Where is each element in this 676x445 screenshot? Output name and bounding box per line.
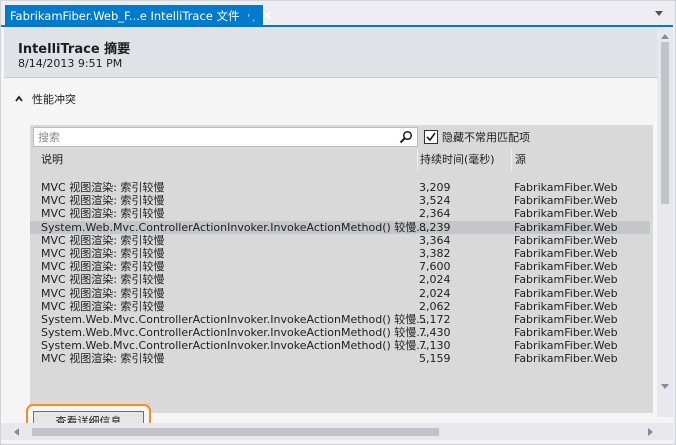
cell-source: FabrikamFiber.Web bbox=[514, 181, 618, 194]
cell-source: FabrikamFiber.Web bbox=[514, 220, 618, 234]
cell-description: System.Web.Mvc.ControllerActionInvoker.I… bbox=[41, 326, 427, 340]
column-header-duration[interactable]: 持续时间(毫秒) bbox=[418, 149, 511, 171]
cell-description: MVC 视图渲染: 索引较慢 bbox=[41, 181, 165, 194]
scroll-left-icon[interactable] bbox=[14, 428, 19, 436]
cell-description: MVC 视图渲染: 索引较慢 bbox=[41, 273, 165, 287]
summary-header: IntelliTrace 摘要 8/14/2013 9:51 PM bbox=[4, 27, 658, 78]
table-row[interactable]: System.Web.Mvc.ControllerActionInvoker.I… bbox=[30, 339, 650, 352]
cell-duration: 3,209 bbox=[419, 181, 451, 194]
violations-panel: 隐藏不常用匹配项 说明 持续时间(毫秒) 源 MVC 视图渲染: 索引较慢 3,2… bbox=[30, 125, 653, 413]
column-header-description[interactable]: 说明 bbox=[33, 149, 417, 171]
tab-strip: FabrikamFiber.Web_F...e IntelliTrace 文件 … bbox=[1, 1, 673, 27]
table-row[interactable]: System.Web.Mvc.ControllerActionInvoker.I… bbox=[30, 326, 650, 339]
close-icon[interactable]: ✕ bbox=[262, 10, 273, 23]
scroll-right-icon[interactable] bbox=[648, 428, 653, 436]
cell-description: System.Web.Mvc.ControllerActionInvoker.I… bbox=[41, 339, 427, 353]
document-area: IntelliTrace 摘要 8/14/2013 9:51 PM 性能冲突 隐… bbox=[1, 27, 673, 443]
section-toggle-performance[interactable]: 性能冲突 bbox=[15, 91, 76, 107]
chevron-up-icon bbox=[15, 95, 23, 102]
search-icon[interactable] bbox=[399, 130, 413, 144]
cell-duration: 7,130 bbox=[419, 339, 451, 353]
table-body: MVC 视图渲染: 索引较慢 3,209 FabrikamFiber.Web MVC … bbox=[30, 181, 650, 366]
table-row[interactable]: MVC 视图渲染: 索引较慢 5,159 FabrikamFiber.Web bbox=[30, 352, 650, 365]
column-header-source[interactable]: 源 bbox=[512, 149, 650, 171]
cell-description: System.Web.Mvc.ControllerActionInvoker.I… bbox=[41, 312, 427, 326]
cell-duration: 7,600 bbox=[419, 260, 451, 274]
cell-description: MVC 视图渲染: 索引较慢 bbox=[41, 260, 165, 274]
table-row[interactable]: MVC 视图渲染: 索引较慢 3,364 FabrikamFiber.Web bbox=[30, 234, 650, 247]
cell-source: FabrikamFiber.Web bbox=[514, 194, 618, 208]
cell-source: FabrikamFiber.Web bbox=[514, 273, 618, 287]
cell-description: MVC 视图渲染: 索引较慢 bbox=[41, 299, 165, 313]
cell-source: FabrikamFiber.Web bbox=[514, 207, 618, 221]
table-row[interactable]: MVC 视图渲染: 索引较慢 7,600 FabrikamFiber.Web bbox=[30, 260, 650, 273]
table-row[interactable]: MVC 视图渲染: 索引较慢 2,062 FabrikamFiber.Web bbox=[30, 300, 650, 313]
table-row[interactable]: MVC 视图渲染: 索引较慢 2,364 FabrikamFiber.Web bbox=[30, 207, 650, 220]
table-row[interactable]: MVC 视图渲染: 索引较慢 2,024 FabrikamFiber.Web bbox=[30, 273, 650, 286]
summary-date: 8/14/2013 9:51 PM bbox=[18, 57, 123, 70]
cell-source: FabrikamFiber.Web bbox=[514, 352, 618, 366]
vertical-scroll-thumb[interactable] bbox=[661, 42, 669, 204]
table-row[interactable]: MVC 视图渲染: 索引较慢 3,382 FabrikamFiber.Web bbox=[30, 247, 650, 260]
cell-duration: 7,430 bbox=[419, 326, 451, 340]
table-row[interactable]: MVC 视图渲染: 索引较慢 3,209 FabrikamFiber.Web bbox=[30, 181, 650, 194]
cell-source: FabrikamFiber.Web bbox=[514, 326, 618, 340]
table-row[interactable]: System.Web.Mvc.ControllerActionInvoker.I… bbox=[30, 313, 650, 326]
cell-duration: 2,062 bbox=[419, 299, 451, 313]
cell-source: FabrikamFiber.Web bbox=[514, 286, 618, 300]
scroll-down-icon[interactable] bbox=[661, 384, 669, 389]
tab-title: FabrikamFiber.Web_F...e IntelliTrace 文件 bbox=[10, 9, 240, 23]
cell-duration: 8,239 bbox=[419, 220, 451, 234]
cell-source: FabrikamFiber.Web bbox=[514, 260, 618, 274]
hide-uncommon-checkbox[interactable] bbox=[424, 130, 438, 144]
cell-description: MVC 视图渲染: 索引较慢 bbox=[41, 352, 165, 366]
cell-description: MVC 视图渲染: 索引较慢 bbox=[41, 246, 165, 260]
cell-duration: 3,382 bbox=[419, 246, 451, 260]
cell-description: MVC 视图渲染: 索引较慢 bbox=[41, 233, 165, 247]
pin-icon[interactable]: ˒ˏ bbox=[248, 11, 256, 22]
section-label: 性能冲突 bbox=[32, 93, 76, 106]
cell-duration: 3,524 bbox=[419, 194, 451, 208]
tab-dropdown-icon[interactable] bbox=[655, 11, 663, 16]
page-title: IntelliTrace 摘要 bbox=[18, 42, 131, 57]
search-input[interactable] bbox=[38, 129, 388, 145]
cell-duration: 5,172 bbox=[419, 312, 451, 326]
cell-duration: 2,024 bbox=[419, 273, 451, 287]
table-header: 说明 持续时间(毫秒) 源 bbox=[33, 149, 650, 171]
document-tab[interactable]: FabrikamFiber.Web_F...e IntelliTrace 文件 … bbox=[5, 5, 273, 27]
cell-duration: 2,364 bbox=[419, 207, 451, 221]
cell-description: MVC 视图渲染: 索引较慢 bbox=[41, 207, 165, 221]
cell-source: FabrikamFiber.Web bbox=[514, 339, 618, 353]
scroll-up-icon[interactable] bbox=[661, 34, 669, 39]
table-row[interactable]: System.Web.Mvc.ControllerActionInvoker.I… bbox=[30, 220, 650, 234]
hide-uncommon-toggle[interactable]: 隐藏不常用匹配项 bbox=[424, 129, 530, 145]
checkmark-icon bbox=[426, 132, 436, 142]
cell-description: MVC 视图渲染: 索引较慢 bbox=[41, 286, 165, 300]
table-row[interactable]: MVC 视图渲染: 索引较慢 3,524 FabrikamFiber.Web bbox=[30, 194, 650, 207]
cell-source: FabrikamFiber.Web bbox=[514, 312, 618, 326]
cell-description: System.Web.Mvc.ControllerActionInvoker.I… bbox=[41, 220, 427, 234]
cell-source: FabrikamFiber.Web bbox=[514, 299, 618, 313]
search-box[interactable] bbox=[33, 127, 418, 147]
cell-source: FabrikamFiber.Web bbox=[514, 246, 618, 260]
cell-source: FabrikamFiber.Web bbox=[514, 233, 618, 247]
horizontal-scroll-thumb[interactable] bbox=[32, 428, 439, 436]
cell-duration: 3,364 bbox=[419, 233, 451, 247]
hide-uncommon-label: 隐藏不常用匹配项 bbox=[442, 131, 530, 144]
cell-duration: 2,024 bbox=[419, 286, 451, 300]
cell-description: MVC 视图渲染: 索引较慢 bbox=[41, 194, 165, 208]
cell-duration: 5,159 bbox=[419, 352, 451, 366]
table-row[interactable]: MVC 视图渲染: 索引较慢 2,024 FabrikamFiber.Web bbox=[30, 287, 650, 300]
